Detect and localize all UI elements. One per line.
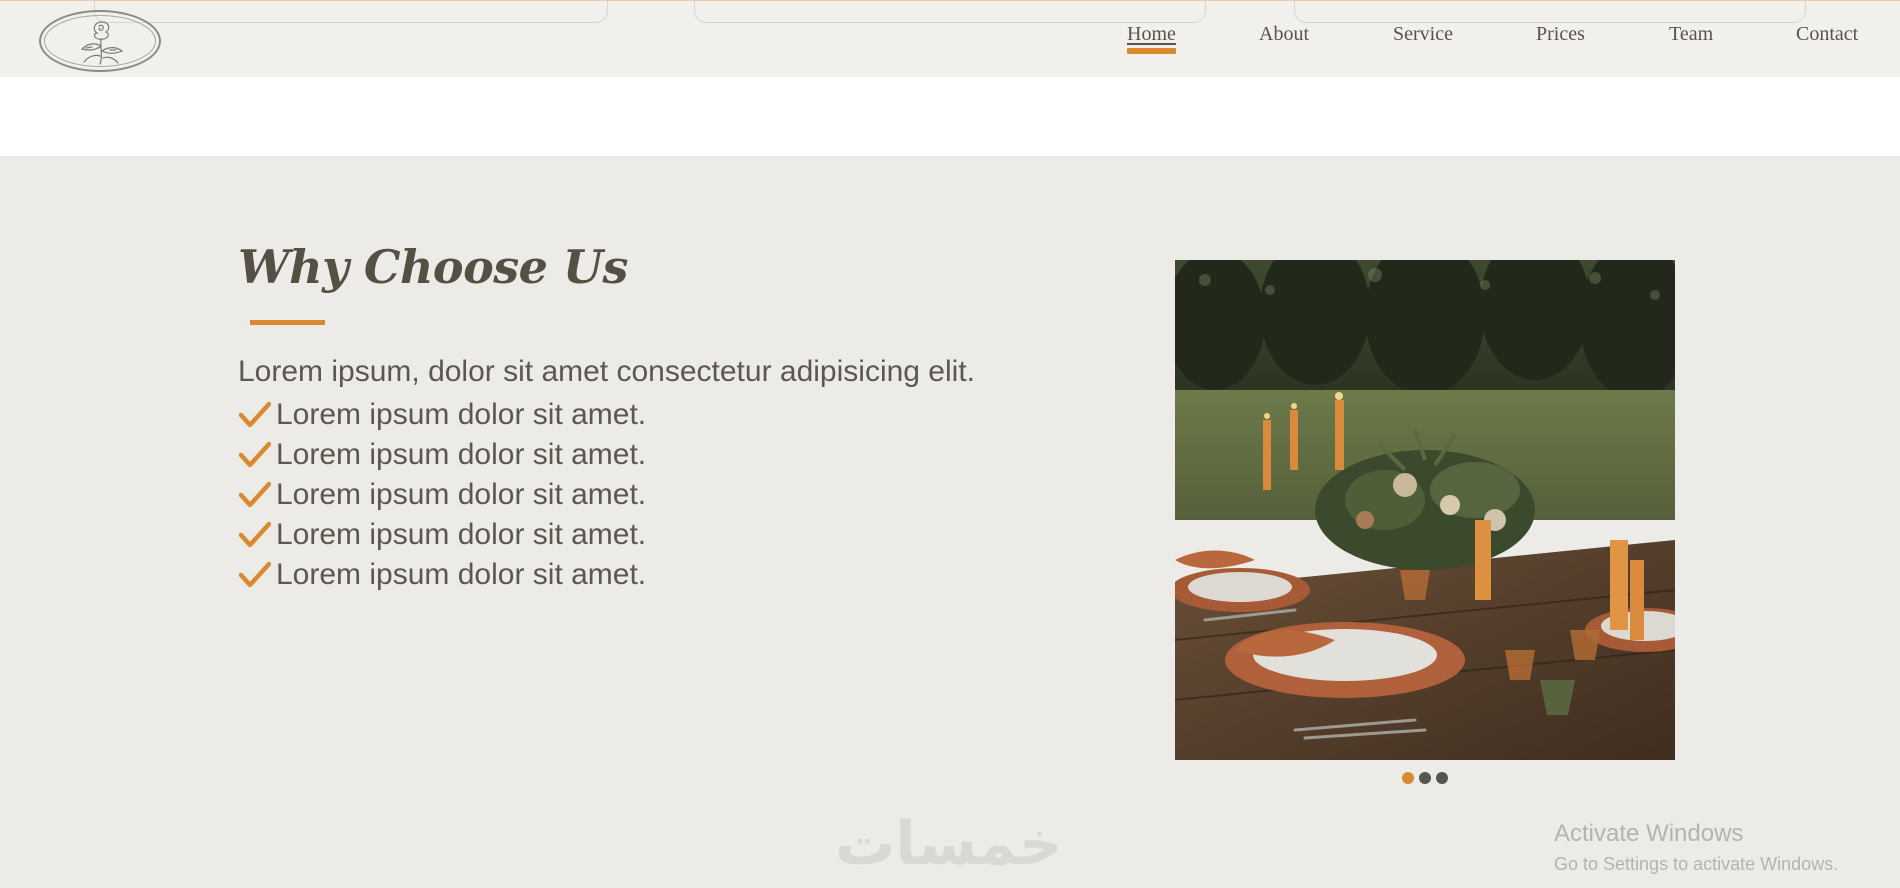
list-item: Lorem ipsum dolor sit amet.	[238, 475, 646, 515]
list-item-text: Lorem ipsum dolor sit amet.	[276, 398, 647, 431]
nav-contact[interactable]: Contact	[1796, 23, 1858, 46]
nav-prices-label: Prices	[1536, 23, 1585, 45]
nav-home[interactable]: Home	[1127, 23, 1176, 54]
main-nav: Home About Service Prices Team Contact	[0, 23, 1900, 63]
activate-windows-subtitle: Go to Settings to activate Windows.	[1554, 854, 1839, 874]
header-decoration	[694, 0, 1206, 23]
carousel-slide-image[interactable]	[1175, 260, 1675, 760]
activate-windows-notice: Activate Windows Go to Settings to activ…	[1554, 820, 1838, 875]
section-title: Why Choose Us	[238, 240, 628, 294]
nav-prices[interactable]: Prices	[1536, 23, 1585, 46]
list-item: Lorem ipsum dolor sit amet.	[238, 555, 646, 595]
nav-team[interactable]: Team	[1669, 23, 1713, 46]
list-item: Lorem ipsum dolor sit amet.	[238, 515, 646, 555]
carousel-dot-2[interactable]	[1419, 772, 1431, 784]
nav-team-label: Team	[1669, 23, 1714, 45]
checkmark-icon	[238, 561, 272, 588]
header-decoration	[94, 0, 608, 23]
white-spacer-band	[0, 77, 1900, 156]
nav-service[interactable]: Service	[1393, 23, 1453, 46]
carousel-dot-1[interactable]	[1402, 772, 1414, 784]
nav-about-label: About	[1259, 23, 1309, 45]
title-underline	[250, 320, 325, 325]
checkmark-icon	[238, 481, 272, 508]
nav-about[interactable]: About	[1259, 23, 1309, 46]
site-header: Home About Service Prices Team Contact	[0, 0, 1900, 77]
nav-home-label: Home	[1127, 23, 1176, 45]
checklist: Lorem ipsum dolor sit amet. Lorem ipsum …	[238, 395, 646, 595]
nav-contact-label: Contact	[1796, 23, 1859, 45]
header-decoration	[1294, 0, 1806, 23]
nav-service-label: Service	[1393, 23, 1453, 45]
active-nav-indicator	[1127, 48, 1176, 54]
carousel-dot-3[interactable]	[1436, 772, 1448, 784]
list-item: Lorem ipsum dolor sit amet.	[238, 395, 646, 435]
list-item-text: Lorem ipsum dolor sit amet.	[276, 518, 647, 551]
activate-windows-title: Activate Windows	[1554, 820, 1744, 847]
table-setting-photo	[1175, 260, 1675, 760]
list-item: Lorem ipsum dolor sit amet.	[238, 435, 646, 475]
section-intro: Lorem ipsum, dolor sit amet consectetur …	[238, 355, 975, 388]
checkmark-icon	[238, 441, 272, 468]
checkmark-icon	[238, 401, 272, 428]
list-item-text: Lorem ipsum dolor sit amet.	[276, 478, 647, 511]
site-watermark-logo: خمسات	[835, 809, 1063, 879]
list-item-text: Lorem ipsum dolor sit amet.	[276, 558, 647, 591]
list-item-text: Lorem ipsum dolor sit amet.	[276, 438, 647, 471]
checkmark-icon	[238, 521, 272, 548]
